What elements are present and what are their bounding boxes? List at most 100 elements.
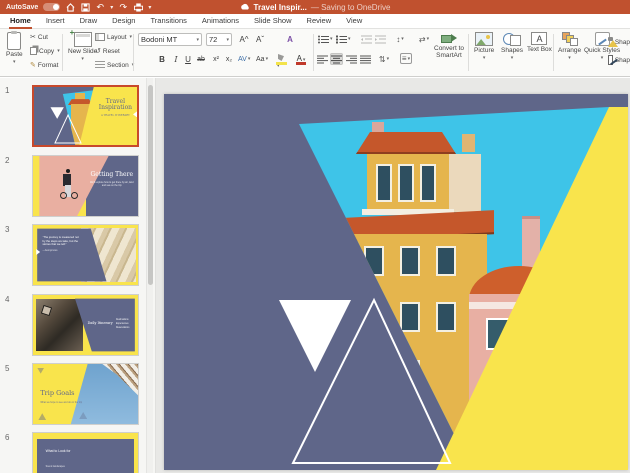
shape-fill-button[interactable]: Shap: [608, 37, 630, 47]
align-left-button[interactable]: [316, 53, 328, 65]
print-icon[interactable]: [133, 2, 143, 12]
thumb5-subtitle: What we hope to see and do on the trip: [40, 401, 82, 404]
tab-design[interactable]: Design: [111, 14, 136, 29]
thumb1-outline-triangle: [53, 113, 83, 145]
reset-label: Reset: [103, 48, 120, 55]
thumb6-subtitle: Scenic landscapes: [46, 466, 65, 468]
content-area: 1 2 3 4 5 6 Travel Inspiration A TRAVEL …: [0, 78, 630, 473]
new-slide-icon: [74, 32, 92, 47]
slide-thumbnail-4[interactable]: Daily Itinerary Destinations Experiences…: [32, 294, 139, 356]
paste-button[interactable]: Paste ▾: [6, 32, 23, 65]
cut-button[interactable]: ✂ Cut: [30, 33, 48, 41]
text-box-button[interactable]: A Text Box: [527, 32, 552, 53]
tab-animations[interactable]: Animations: [201, 14, 240, 29]
thumb4-bullets: Destinations Experiences Reservations: [116, 319, 135, 331]
autosave-toggle[interactable]: [43, 3, 60, 11]
thumb2-body: We'll explore how to get there by air, l…: [90, 181, 134, 187]
highlight-color-button[interactable]: [276, 54, 287, 65]
home-icon[interactable]: [65, 2, 75, 12]
shape-outline-button[interactable]: Shap: [608, 55, 630, 65]
slide-number-3: 3: [5, 225, 9, 234]
shapes-button[interactable]: Shapes ▾: [501, 32, 523, 61]
picture-icon: [475, 32, 493, 46]
picture-button[interactable]: Picture ▾: [474, 32, 494, 61]
superscript-button[interactable]: x²: [210, 53, 222, 65]
character-spacing-button[interactable]: AV: [238, 53, 250, 65]
slide-thumbnail-2[interactable]: Getting There We'll explore how to get t…: [32, 155, 139, 217]
onedrive-cloud-icon: [240, 2, 250, 12]
justify-button[interactable]: [359, 53, 371, 65]
tab-insert[interactable]: Insert: [45, 14, 66, 29]
strikethrough-button[interactable]: ab: [195, 53, 207, 65]
tab-draw[interactable]: Draw: [79, 14, 99, 29]
picture-label: Picture: [474, 47, 494, 54]
bold-button[interactable]: B: [156, 53, 168, 65]
increase-indent-button[interactable]: [374, 33, 386, 45]
copy-button[interactable]: Copy: [30, 47, 60, 55]
slide-number-4: 4: [5, 295, 9, 304]
ribbon-tab-bar: Home Insert Draw Design Transitions Anim…: [0, 14, 630, 29]
toggle-knob: [53, 4, 59, 10]
decrease-indent-button[interactable]: [360, 33, 372, 45]
save-icon[interactable]: [80, 2, 90, 12]
thumb5-title: Trip Goals: [40, 389, 74, 397]
numbering-button[interactable]: [336, 33, 351, 45]
thumb6-title: What to Look for: [46, 449, 71, 453]
font-size-combo[interactable]: 72▾: [206, 33, 232, 46]
text-box-label: Text Box: [527, 46, 552, 53]
slide-number-1: 1: [5, 86, 9, 95]
undo-dropdown-icon[interactable]: ▾: [110, 4, 113, 11]
layout-icon: [95, 33, 105, 41]
toolbar-options-icon[interactable]: ▾: [148, 4, 151, 11]
align-text-button[interactable]: ≡: [400, 53, 412, 64]
copy-icon: [30, 47, 37, 55]
scrollbar-thumb[interactable]: [148, 85, 153, 285]
font-name-combo[interactable]: Bodoni MT▾: [138, 33, 202, 46]
change-case-button[interactable]: Aa: [256, 53, 268, 65]
tab-slideshow[interactable]: Slide Show: [253, 14, 293, 29]
reset-button[interactable]: ↺ Reset: [95, 47, 120, 55]
tab-transitions[interactable]: Transitions: [149, 14, 187, 29]
redo-icon[interactable]: ↷: [118, 2, 128, 12]
clear-formatting-button[interactable]: A: [284, 33, 296, 45]
layout-button[interactable]: Layout: [95, 33, 132, 41]
tab-review[interactable]: Review: [306, 14, 333, 29]
columns-button[interactable]: ⇄: [418, 33, 430, 45]
arrange-button[interactable]: Arrange ▾: [558, 32, 581, 61]
section-button[interactable]: Section: [95, 61, 134, 69]
arrange-icon: [562, 32, 578, 46]
line-spacing-button[interactable]: ↕: [394, 33, 406, 45]
subscript-button[interactable]: x₂: [223, 53, 235, 65]
ribbon: Paste ▾ ✂ Cut Copy ✎ Format New Slide ▾ …: [0, 29, 630, 77]
italic-button[interactable]: I: [170, 53, 182, 65]
format-painter-button[interactable]: ✎ Format: [30, 61, 58, 69]
thumbnail-scrollbar[interactable]: [146, 78, 153, 473]
current-slide[interactable]: [164, 94, 628, 470]
align-right-button[interactable]: [345, 53, 357, 65]
tab-home[interactable]: Home: [9, 14, 32, 29]
convert-smartart-button[interactable]: Convert to SmartArt: [432, 32, 466, 59]
bullets-button[interactable]: [318, 33, 333, 45]
align-center-button[interactable]: [330, 53, 343, 65]
slide-thumbnail-5[interactable]: Trip Goals What we hope to see and do on…: [32, 363, 139, 425]
slide-thumbnail-6[interactable]: What to Look for Scenic landscapes: [32, 432, 139, 473]
increase-font-button[interactable]: A^: [238, 33, 250, 45]
autosave-label: AutoSave: [6, 4, 38, 11]
tab-view[interactable]: View: [345, 14, 363, 29]
font-color-button[interactable]: A: [296, 54, 306, 65]
new-slide-label: New Slide: [68, 48, 97, 55]
shapes-icon: [503, 32, 521, 46]
undo-icon[interactable]: ↶: [95, 2, 105, 12]
thumb5-triangle: [37, 368, 44, 374]
thumb1-title: Travel Inspiration: [97, 99, 134, 113]
font-name-value: Bodoni MT: [141, 35, 177, 44]
slide-thumbnail-1[interactable]: Travel Inspiration A TRAVEL ITINERARY: [32, 85, 139, 147]
decrease-font-button[interactable]: Aˇ: [254, 33, 266, 45]
reset-icon: ↺: [95, 47, 101, 55]
new-slide-button[interactable]: New Slide ▾: [68, 32, 97, 62]
underline-button[interactable]: U: [182, 53, 194, 65]
shape-outline-icon: [608, 55, 613, 65]
copy-label: Copy: [39, 48, 54, 55]
slide-thumbnail-3[interactable]: “The journey is measured not by the step…: [32, 224, 139, 286]
text-direction-button[interactable]: ⇅: [378, 53, 390, 65]
